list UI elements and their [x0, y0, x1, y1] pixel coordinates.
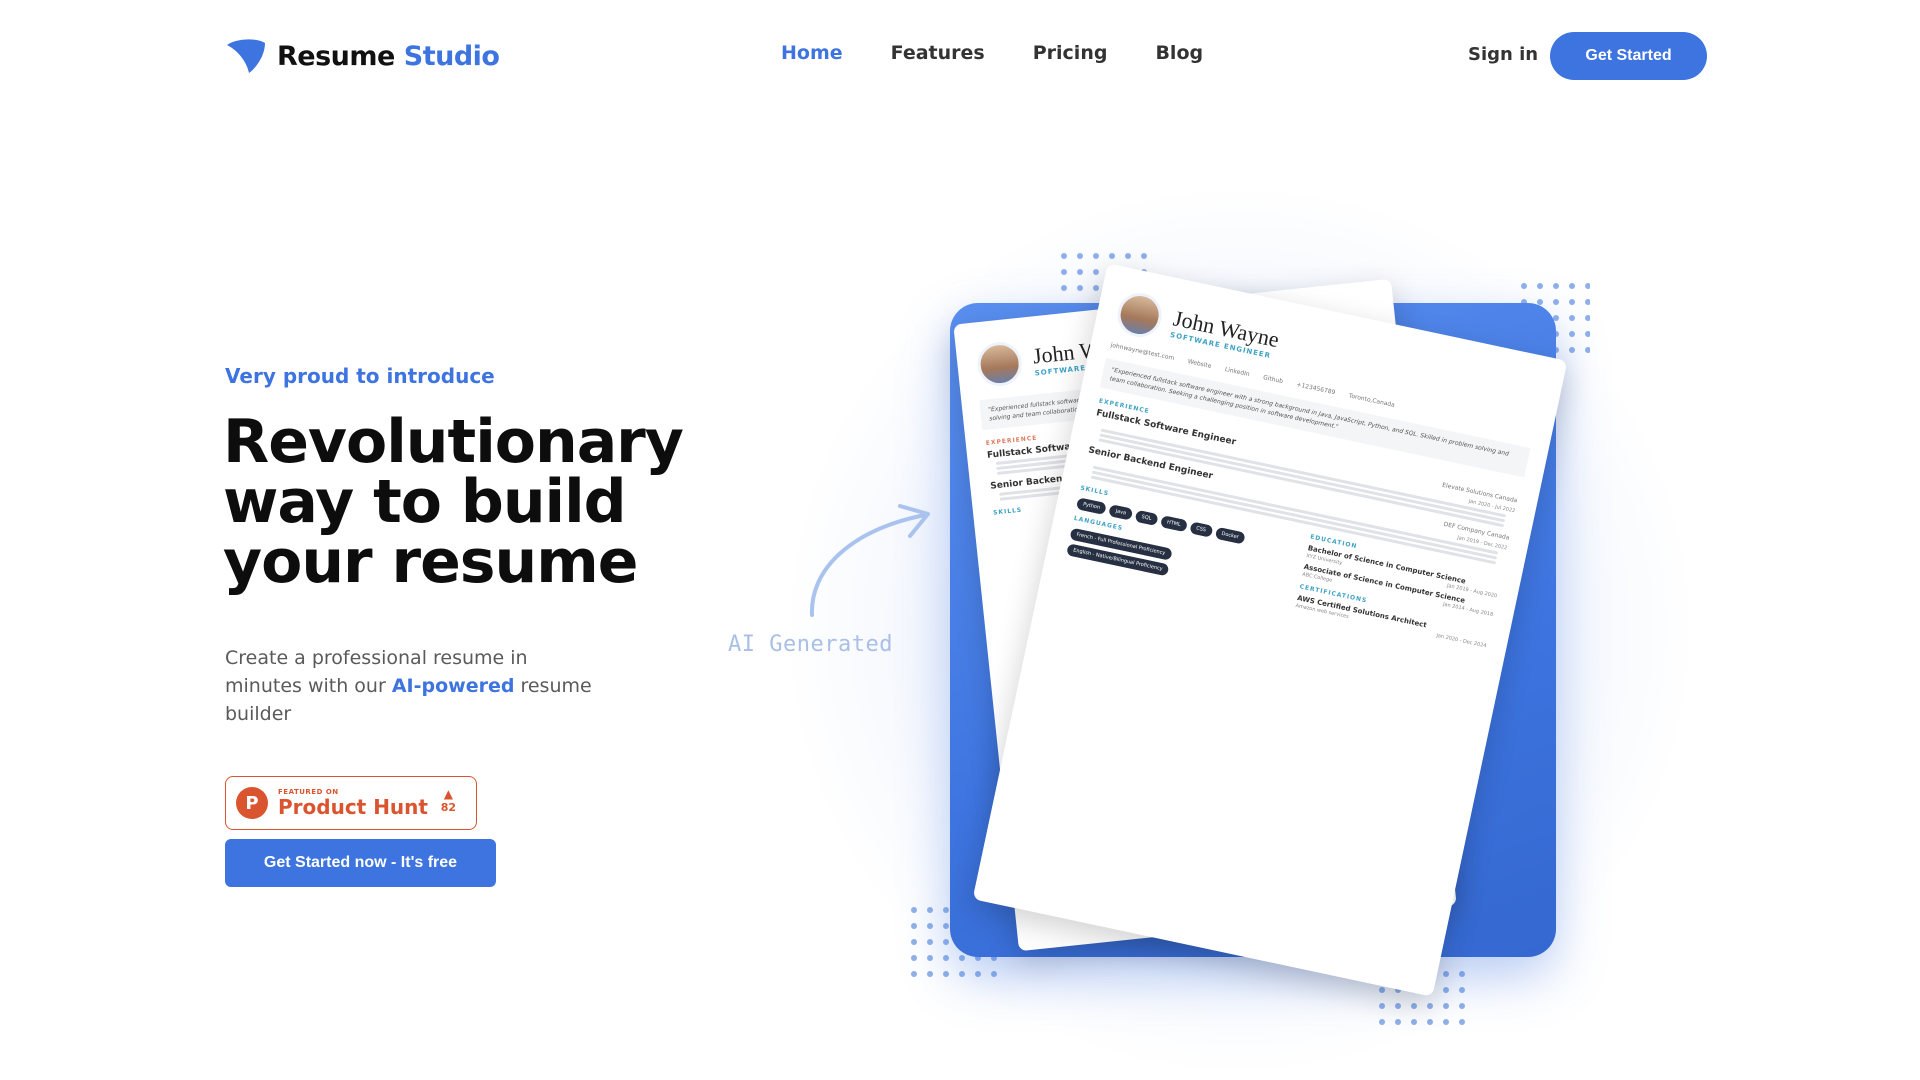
decorative-dot [1077, 285, 1083, 291]
sign-in-link[interactable]: Sign in [1468, 44, 1538, 65]
top-navbar: Resume Studio Home Features Pricing Blog… [0, 0, 1920, 112]
decorative-dot [1141, 253, 1147, 259]
decorative-dot [1093, 269, 1099, 275]
decorative-dot [943, 971, 949, 977]
contact-linkedin: LinkedIn [1224, 366, 1251, 379]
decorative-dot [1125, 253, 1131, 259]
decorative-dot [1553, 299, 1559, 305]
decorative-dot [1443, 971, 1449, 977]
curved-arrow-icon [809, 504, 930, 617]
decorative-dot [1411, 1003, 1417, 1009]
decorative-dot [1459, 1003, 1465, 1009]
logo-link[interactable]: Resume Studio [225, 36, 500, 76]
decorative-dot [1569, 331, 1575, 337]
decorative-dot [1459, 971, 1465, 977]
decorative-dot [959, 971, 965, 977]
subtitle-highlight: AI-powered [391, 675, 515, 697]
decorative-dot [1443, 1019, 1449, 1025]
hero-subtitle: Create a professional resume in minutes … [225, 644, 595, 728]
decorative-dot [1459, 987, 1465, 993]
decorative-dot [1427, 1019, 1433, 1025]
nav-pricing[interactable]: Pricing [1033, 42, 1108, 64]
ai-generated-label: AI Generated [728, 632, 893, 657]
decorative-dot [1585, 283, 1590, 289]
decorative-dot [1569, 283, 1575, 289]
hero-headline: Revolutionary way to build your resume [223, 412, 723, 592]
product-hunt-votes: ▲ 82 [441, 787, 456, 814]
decorative-dot [1379, 1019, 1385, 1025]
upvote-triangle-icon: ▲ [443, 787, 453, 801]
decorative-dot [927, 907, 933, 913]
decorative-dot [1077, 253, 1083, 259]
headline-line-3: your resume [223, 527, 638, 597]
brand-name-part1: Resume [277, 40, 395, 72]
brand-name-part2: Studio [403, 40, 500, 72]
contact-github: Github [1262, 374, 1284, 386]
decorative-dot [1585, 347, 1590, 353]
decorative-dot [1093, 253, 1099, 259]
decorative-dot [1569, 299, 1575, 305]
decorative-dot [1411, 1019, 1417, 1025]
decorative-dot [943, 907, 949, 913]
avatar [975, 339, 1024, 389]
decorative-dot [911, 971, 917, 977]
logo-icon [227, 39, 265, 73]
decorative-dot [1061, 269, 1067, 275]
decorative-dot [911, 939, 917, 945]
decorative-dot [1427, 1003, 1433, 1009]
resume-name-block: John Wayne SOFTWARE ENGINEER [1158, 303, 1281, 361]
product-hunt-icon: P [236, 787, 268, 819]
decorative-dot [1395, 1019, 1401, 1025]
decorative-dot [1379, 987, 1385, 993]
headline-line-1: Revolutionary [223, 407, 684, 477]
decorative-dot [1459, 1019, 1465, 1025]
product-hunt-text: FEATURED ON Product Hunt [278, 788, 428, 818]
decorative-dot [943, 939, 949, 945]
nav-blog[interactable]: Blog [1155, 42, 1203, 64]
decorative-dot [991, 971, 997, 977]
decorative-dot [1569, 315, 1575, 321]
nav-home[interactable]: Home [781, 42, 843, 64]
decorative-dot [927, 955, 933, 961]
product-hunt-name: Product Hunt [278, 795, 428, 819]
decorative-dot [1109, 253, 1115, 259]
decorative-dot [1553, 283, 1559, 289]
decorative-dot [1585, 331, 1590, 337]
product-hunt-badge[interactable]: P FEATURED ON Product Hunt ▲ 82 [225, 776, 477, 830]
decorative-dot [943, 955, 949, 961]
decorative-dot [975, 971, 981, 977]
decorative-dot [1585, 299, 1590, 305]
decorative-dot [1379, 1003, 1385, 1009]
decorative-dot [1585, 315, 1590, 321]
decorative-dot [943, 923, 949, 929]
hero-eyebrow: Very proud to introduce [225, 364, 495, 388]
decorative-dot [1077, 269, 1083, 275]
decorative-dot [959, 955, 965, 961]
decorative-dot [911, 907, 917, 913]
product-hunt-vote-count: 82 [440, 801, 456, 814]
nav-features[interactable]: Features [891, 42, 985, 64]
decorative-dot [1443, 987, 1449, 993]
headline-line-2: way to build [223, 467, 627, 537]
decorative-dot [1443, 1003, 1449, 1009]
decorative-dot [927, 939, 933, 945]
decorative-dot [1569, 347, 1575, 353]
brand-name: Resume Studio [277, 40, 500, 72]
decorative-dot [911, 923, 917, 929]
main-nav: Home Features Pricing Blog [781, 42, 1251, 64]
contact-website: Website [1187, 358, 1212, 370]
decorative-dot [1537, 283, 1543, 289]
decorative-dot [927, 971, 933, 977]
decorative-dot [1061, 285, 1067, 291]
get-started-button[interactable]: Get Started [1550, 32, 1707, 80]
decorative-dot [911, 955, 917, 961]
decorative-dot [927, 923, 933, 929]
get-started-free-button[interactable]: Get Started now - It's free [225, 839, 496, 887]
decorative-dot [1521, 283, 1527, 289]
decorative-dot [1395, 1003, 1401, 1009]
decorative-dot [1061, 253, 1067, 259]
decorative-dot [1093, 285, 1099, 291]
